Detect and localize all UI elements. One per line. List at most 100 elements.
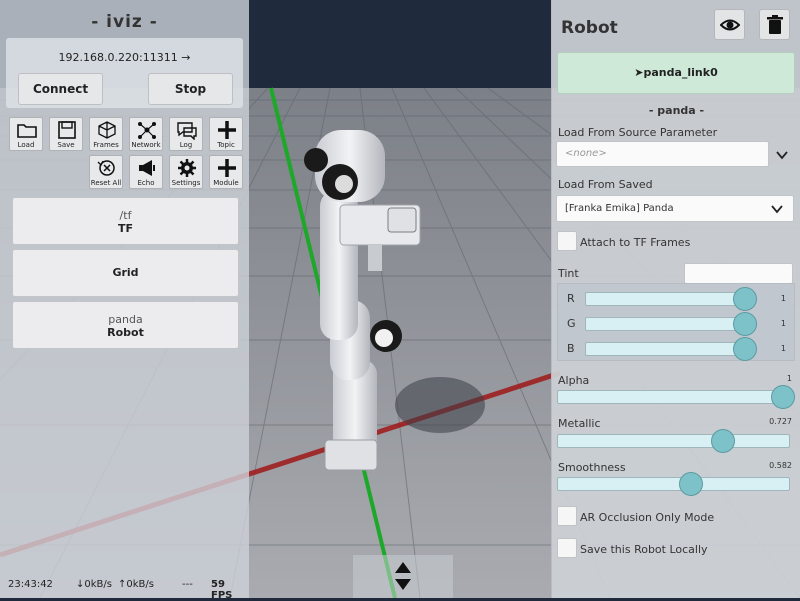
- robot-shadow: [395, 377, 485, 433]
- smoothness-value: 0.582: [769, 461, 792, 470]
- module-item-title: TF: [117, 222, 134, 235]
- app-title: - iviz -: [91, 12, 158, 32]
- attach-tf-checkbox[interactable]: [557, 231, 577, 251]
- right-panel: Robot ➤panda_link0 - panda - Load From S…: [551, 0, 800, 598]
- stop-button[interactable]: Stop: [148, 73, 233, 105]
- plus-icon: [218, 159, 236, 177]
- tint-r-slider[interactable]: [585, 292, 752, 306]
- floppy-icon: [58, 121, 76, 139]
- download-rate: ↓0kB/s: [76, 579, 112, 590]
- add-topic-button[interactable]: Topic: [209, 117, 243, 151]
- metallic-slider[interactable]: [557, 434, 790, 448]
- tint-b-value: 1: [780, 344, 786, 353]
- status-dashes: ---: [182, 579, 193, 590]
- smoothness-handle[interactable]: [679, 472, 704, 496]
- attach-tf-label: Attach to TF Frames: [580, 236, 691, 249]
- add-module-button[interactable]: Module: [209, 155, 243, 189]
- root-link-button[interactable]: ➤panda_link0: [557, 52, 795, 94]
- smoothness-slider[interactable]: [557, 477, 790, 491]
- robot-name: - panda -: [648, 104, 705, 117]
- source-parameter-input[interactable]: <none>: [556, 141, 769, 167]
- module-item-subtitle: panda: [108, 313, 143, 326]
- panel-title: Robot: [561, 18, 618, 38]
- metallic-value: 0.727: [769, 417, 792, 426]
- chevron-down-icon[interactable]: [776, 149, 788, 161]
- visibility-toggle-button[interactable]: [714, 9, 745, 40]
- module-item-subtitle: /tf: [119, 209, 132, 222]
- module-item-title: Grid: [112, 266, 139, 279]
- upload-rate: ↑0kB/s: [118, 579, 154, 590]
- save-locally-checkbox[interactable]: [557, 538, 577, 558]
- tint-g-handle[interactable]: [733, 312, 757, 336]
- delete-button[interactable]: [759, 9, 790, 40]
- saved-robot-select[interactable]: [Franka Emika] Panda: [556, 195, 794, 222]
- tint-r-handle[interactable]: [733, 287, 757, 311]
- left-panel: - iviz - 192.168.0.220:11311 → Connect S…: [0, 0, 249, 601]
- module-item-robot[interactable]: panda Robot: [12, 301, 239, 349]
- module-label: Module: [213, 179, 239, 187]
- tint-sliders-box: R 1 G 1 B 1: [557, 283, 795, 361]
- trash-icon: [767, 15, 783, 34]
- reset-all-label: Reset All: [90, 179, 122, 187]
- ar-occlusion-checkbox[interactable]: [557, 506, 577, 526]
- reset-all-button[interactable]: Reset All: [89, 155, 123, 189]
- connection-box: 192.168.0.220:11311 → Connect Stop: [6, 38, 243, 108]
- alpha-slider[interactable]: [557, 390, 790, 404]
- module-item-title: Robot: [107, 326, 144, 339]
- smoothness-label: Smoothness: [558, 461, 626, 474]
- save-button[interactable]: Save: [49, 117, 83, 151]
- topic-label: Topic: [217, 141, 235, 149]
- status-bar: 23:43:42 ↓0kB/s ↑0kB/s --- 59 FPS: [8, 579, 248, 601]
- up-down-arrows-icon: [395, 562, 411, 590]
- tint-b-label: B: [567, 342, 575, 355]
- tint-label: Tint: [558, 267, 579, 280]
- plus-icon: [218, 121, 236, 139]
- folder-icon: [17, 124, 37, 138]
- eye-icon: [720, 19, 740, 31]
- metallic-handle[interactable]: [711, 429, 736, 453]
- network-button[interactable]: Network: [129, 117, 163, 151]
- alpha-handle[interactable]: [771, 385, 795, 409]
- connection-address[interactable]: 192.168.0.220:11311 →: [6, 51, 243, 64]
- tint-r-label: R: [567, 292, 575, 305]
- tint-b-handle[interactable]: [733, 337, 757, 361]
- ar-occlusion-label: AR Occlusion Only Mode: [580, 511, 715, 524]
- cube-frames-icon: [98, 121, 116, 139]
- metallic-label: Metallic: [558, 417, 601, 430]
- echo-label: Echo: [137, 179, 155, 187]
- tint-g-label: G: [567, 317, 576, 330]
- alpha-label: Alpha: [558, 374, 590, 387]
- settings-label: Settings: [171, 179, 201, 187]
- tint-b-slider[interactable]: [585, 342, 752, 356]
- log-button[interactable]: Log: [169, 117, 203, 151]
- load-button[interactable]: Load: [9, 117, 43, 151]
- megaphone-icon: [139, 160, 155, 176]
- echo-button[interactable]: Echo: [129, 155, 163, 189]
- tint-r-value: 1: [780, 294, 786, 303]
- chat-log-icon: [177, 122, 197, 140]
- tint-g-slider[interactable]: [585, 317, 752, 331]
- saved-robot-label: Load From Saved: [558, 178, 653, 191]
- source-parameter-label: Load From Source Parameter: [558, 126, 718, 139]
- save-label: Save: [57, 141, 75, 149]
- saved-robot-value: [Franka Emika] Panda: [565, 203, 674, 214]
- reset-icon: [97, 160, 115, 176]
- module-item-grid[interactable]: Grid: [12, 249, 239, 297]
- connect-button[interactable]: Connect: [18, 73, 103, 105]
- module-item-tf[interactable]: /tf TF: [12, 197, 239, 245]
- network-icon: [138, 122, 156, 139]
- bottom-panel-toggle[interactable]: [353, 555, 453, 598]
- clock-time: 23:43:42: [8, 579, 53, 590]
- network-label: Network: [131, 141, 161, 149]
- settings-button[interactable]: Settings: [169, 155, 203, 189]
- log-label: Log: [179, 141, 193, 149]
- save-locally-label: Save this Robot Locally: [580, 543, 708, 556]
- chevron-down-icon: [771, 205, 783, 214]
- tint-g-value: 1: [780, 319, 786, 328]
- frames-label: Frames: [93, 141, 119, 149]
- load-label: Load: [17, 141, 35, 149]
- frames-button[interactable]: Frames: [89, 117, 123, 151]
- tint-color-swatch[interactable]: [684, 263, 793, 284]
- alpha-value: 1: [786, 374, 792, 383]
- gear-icon: [178, 159, 196, 177]
